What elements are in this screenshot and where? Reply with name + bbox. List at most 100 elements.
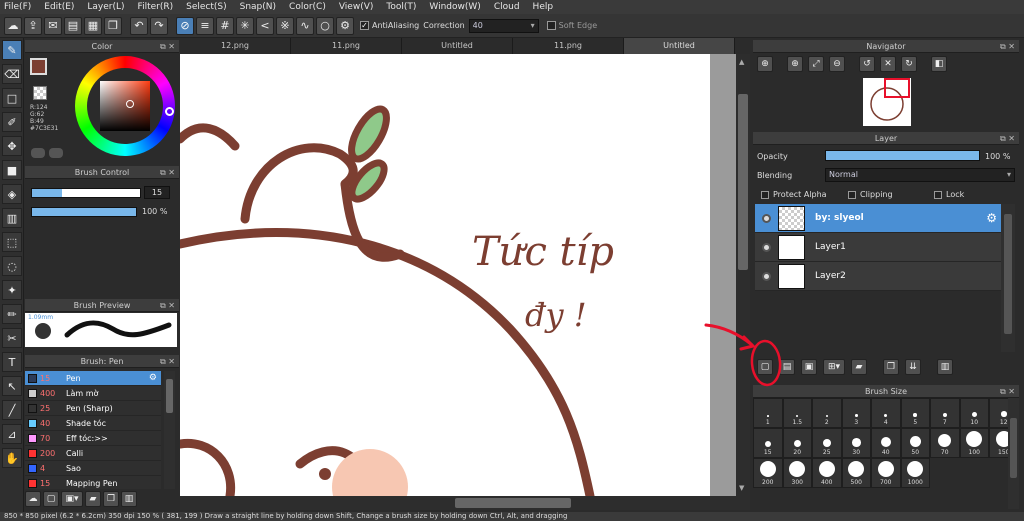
undo-icon[interactable]: ↶ bbox=[130, 16, 148, 35]
brush-delete-icon[interactable]: ▥ bbox=[121, 491, 137, 507]
select-pen-tool-icon[interactable]: ✏ bbox=[2, 304, 22, 324]
brush-list-item[interactable]: 25 Pen (Sharp) bbox=[25, 401, 161, 416]
curve-snap-icon[interactable]: ∿ bbox=[296, 16, 314, 35]
save-icon[interactable]: ▤ bbox=[64, 16, 82, 35]
layer-row[interactable]: by: slyeol ⚙ bbox=[755, 204, 1003, 233]
menu-edit[interactable]: Edit(E) bbox=[44, 2, 74, 12]
brush-size-cell[interactable]: 40 bbox=[871, 428, 901, 458]
eye-icon[interactable] bbox=[762, 213, 771, 223]
eyedropper-tool-icon[interactable]: ⊿ bbox=[2, 424, 22, 444]
add-brush-icon[interactable]: ▣▾ bbox=[61, 491, 83, 507]
lasso-tool-icon[interactable]: ◌ bbox=[2, 256, 22, 276]
comment-icon[interactable]: ✉ bbox=[44, 16, 62, 35]
reset-view-icon[interactable]: ✕ bbox=[880, 56, 896, 72]
gradient-tool-icon[interactable]: ▥ bbox=[2, 208, 22, 228]
tab-untitled-active[interactable]: Untitled bbox=[624, 38, 735, 54]
dot-tool-icon[interactable]: ✐ bbox=[2, 112, 22, 132]
add-layer-menu-icon[interactable]: ⊞▾ bbox=[823, 359, 845, 375]
menu-tool[interactable]: Tool(T) bbox=[386, 2, 416, 12]
parallel-snap-icon[interactable]: ≡ bbox=[196, 16, 214, 35]
rotate-left-icon[interactable]: ↺ bbox=[859, 56, 875, 72]
brush-size-cell[interactable]: 50 bbox=[900, 428, 930, 458]
layer-opacity-slider[interactable] bbox=[825, 150, 980, 161]
brush-list-item[interactable]: 40 Shade tóc bbox=[25, 416, 161, 431]
grid-snap-icon[interactable]: # bbox=[216, 16, 234, 35]
duplicate-layer-icon[interactable]: ❐ bbox=[883, 359, 899, 375]
cloud-icon[interactable]: ☁ bbox=[4, 16, 22, 35]
brush-size-cell[interactable]: 200 bbox=[753, 458, 783, 488]
brush-size-cell[interactable]: 3 bbox=[841, 398, 871, 428]
eye-icon[interactable] bbox=[762, 271, 771, 281]
text-tool-icon[interactable]: T bbox=[2, 352, 22, 372]
menu-layer[interactable]: Layer(L) bbox=[87, 2, 124, 12]
brush-size-value[interactable]: 15 bbox=[144, 186, 170, 199]
menu-cloud[interactable]: Cloud bbox=[494, 2, 520, 12]
eye-icon[interactable] bbox=[762, 242, 771, 252]
brush-size-cell[interactable]: 20 bbox=[782, 428, 812, 458]
layer-folder-icon[interactable]: ▰ bbox=[851, 359, 867, 375]
merge-layer-icon[interactable]: ⇊ bbox=[905, 359, 921, 375]
canvas-area[interactable]: Tức típ đy ! bbox=[180, 54, 736, 496]
brush-size-cell[interactable]: 4 bbox=[871, 398, 901, 428]
radial-snap-icon[interactable]: ✳ bbox=[236, 16, 254, 35]
horizontal-scroll-thumb[interactable] bbox=[455, 498, 571, 508]
correction-select[interactable]: 40 bbox=[468, 18, 539, 33]
brush-size-cell[interactable]: 300 bbox=[782, 458, 812, 488]
brush-size-cell[interactable]: 15 bbox=[753, 428, 783, 458]
bucket-tool-icon[interactable]: ◈ bbox=[2, 184, 22, 204]
menu-filter[interactable]: Filter(R) bbox=[138, 2, 174, 12]
tab-11png-2[interactable]: 11.png bbox=[513, 38, 624, 54]
fill-rect-tool-icon[interactable]: ■ bbox=[2, 160, 22, 180]
vanishing-point-icon[interactable]: < bbox=[256, 16, 274, 35]
pages-icon[interactable]: ❐ bbox=[104, 16, 122, 35]
brush-size-scrollbar[interactable] bbox=[1008, 398, 1019, 509]
magic-wand-tool-icon[interactable]: ✦ bbox=[2, 280, 22, 300]
menu-file[interactable]: File(F) bbox=[4, 2, 31, 12]
document-icon[interactable]: ▦ bbox=[84, 16, 102, 35]
brush-folder-icon[interactable]: ▰ bbox=[85, 491, 101, 507]
color-history-button[interactable] bbox=[49, 148, 63, 158]
brush-size-cell[interactable]: 1000 bbox=[900, 458, 930, 488]
tab-untitled[interactable]: Untitled bbox=[402, 38, 513, 54]
antialiasing-checkbox[interactable]: ✓ bbox=[360, 21, 369, 30]
layer-settings-gear-icon[interactable]: ⚙ bbox=[986, 211, 997, 225]
magnify-icon[interactable]: ⊕ bbox=[787, 56, 803, 72]
layer-row[interactable]: Layer2 bbox=[755, 262, 1003, 291]
brush-size-cell[interactable]: 100 bbox=[959, 428, 989, 458]
menu-color[interactable]: Color(C) bbox=[289, 2, 326, 12]
tab-12png[interactable]: 12.png bbox=[180, 38, 291, 54]
divide-tool-icon[interactable]: ╱ bbox=[2, 400, 22, 420]
brush-list-item[interactable]: 400 Làm mờ bbox=[25, 386, 161, 401]
share-icon[interactable]: ⇪ bbox=[24, 16, 42, 35]
brush-list-item[interactable]: 200 Calli bbox=[25, 446, 161, 461]
color-picker-cursor[interactable] bbox=[126, 100, 134, 108]
brush-size-cell[interactable]: 70 bbox=[930, 428, 960, 458]
brush-size-slider[interactable] bbox=[31, 188, 141, 198]
new-brush-icon[interactable]: ▢ bbox=[43, 491, 59, 507]
color-option-button[interactable] bbox=[31, 148, 45, 158]
fit-icon[interactable]: ⤢ bbox=[808, 56, 824, 72]
lock-option[interactable]: Lock bbox=[934, 190, 964, 199]
drawing-canvas[interactable]: Tức típ đy ! bbox=[180, 54, 710, 496]
brush-list-item[interactable]: 70 Eff tóc:>> bbox=[25, 431, 161, 446]
layer-list-scrollbar[interactable] bbox=[1001, 204, 1015, 352]
layer-row[interactable]: Layer1 bbox=[755, 233, 1003, 262]
brush-size-cell[interactable]: 2 bbox=[812, 398, 842, 428]
brush-list-scrollbar[interactable] bbox=[164, 371, 175, 490]
menu-help[interactable]: Help bbox=[533, 2, 554, 12]
rotate-right-icon[interactable]: ↻ bbox=[901, 56, 917, 72]
brush-size-cell[interactable]: 500 bbox=[841, 458, 871, 488]
brush-list-item[interactable]: 4 Sao bbox=[25, 461, 161, 476]
brush-size-cell[interactable]: 1.5 bbox=[782, 398, 812, 428]
radial-line-icon[interactable]: ※ bbox=[276, 16, 294, 35]
protect-alpha-option[interactable]: Protect Alpha bbox=[761, 190, 827, 199]
hue-cursor[interactable] bbox=[165, 107, 174, 116]
menu-select[interactable]: Select(S) bbox=[186, 2, 227, 12]
transparent-color-swatch[interactable] bbox=[33, 86, 47, 100]
operation-tool-icon[interactable]: ↖ bbox=[2, 376, 22, 396]
soft-edge-checkbox[interactable] bbox=[546, 21, 556, 30]
redo-icon[interactable]: ↷ bbox=[150, 16, 168, 35]
select-eraser-tool-icon[interactable]: ✂ bbox=[2, 328, 22, 348]
delete-layer-icon[interactable]: ▥ bbox=[937, 359, 953, 375]
eraser-tool-icon[interactable]: ⌫ bbox=[2, 64, 22, 84]
